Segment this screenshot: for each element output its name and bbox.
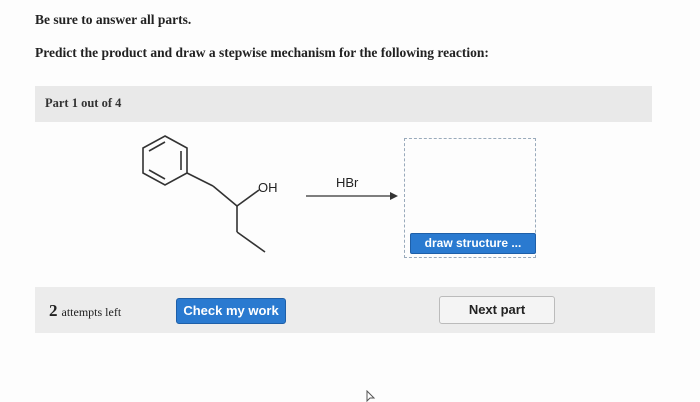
reagent-label: HBr [336,175,359,190]
next-part-button[interactable]: Next part [439,296,555,324]
footer-bar: 2 attempts left Check my work Next part [35,287,655,333]
draw-structure-button[interactable]: draw structure ... [410,233,536,254]
reaction-scheme: OH HBr draw structure ... [0,0,700,300]
reaction-arrow-icon [306,192,398,200]
attempts-count: 2 [49,301,58,320]
attempts-indicator: 2 attempts left [49,301,121,321]
mouse-cursor-icon [366,390,376,402]
hydroxyl-label: OH [258,180,278,195]
reactant-structure [142,135,266,253]
check-my-work-button[interactable]: Check my work [176,298,286,324]
attempts-text: attempts left [61,305,122,319]
